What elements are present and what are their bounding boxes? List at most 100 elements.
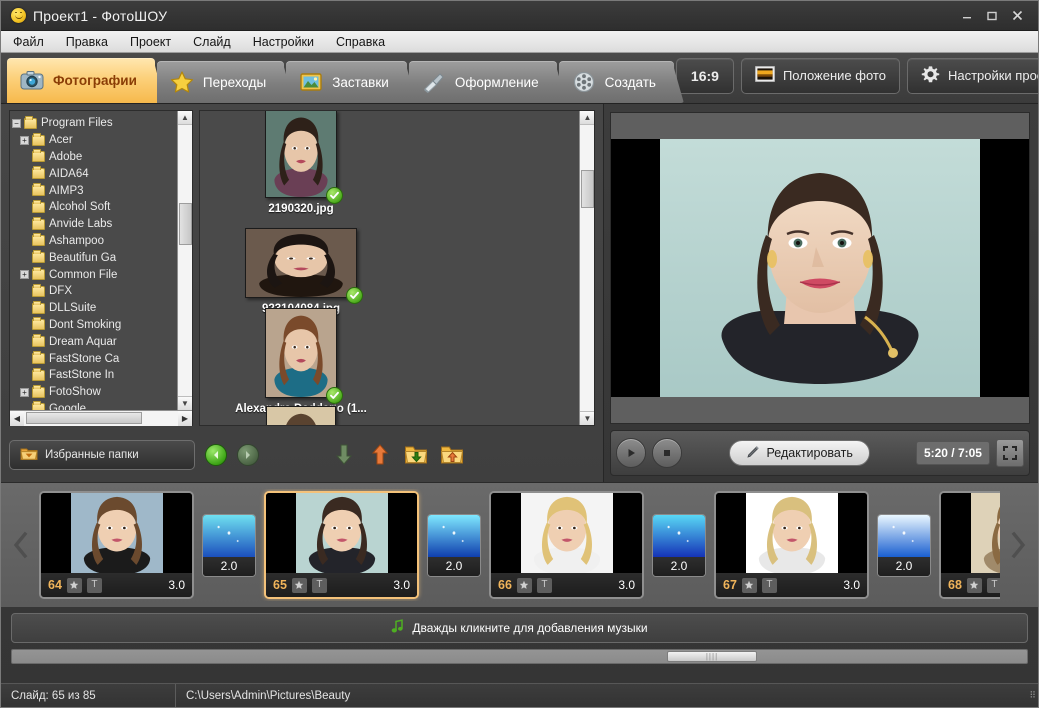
slide-duration[interactable]: 3.0 bbox=[168, 578, 185, 592]
folder-tree-vscrollbar[interactable]: ▲ ▼ bbox=[177, 111, 192, 410]
resize-grip-icon[interactable]: ⠿ bbox=[1029, 690, 1037, 701]
aspect-ratio-button[interactable]: 16:9 bbox=[676, 58, 734, 94]
minimize-icon[interactable] bbox=[961, 10, 973, 22]
arrow-up-icon[interactable] bbox=[367, 442, 393, 468]
scroll-up-icon[interactable]: ▲ bbox=[580, 111, 595, 125]
slide-duration[interactable]: 3.0 bbox=[843, 578, 860, 592]
stop-button[interactable] bbox=[652, 438, 682, 468]
tree-item[interactable]: +FastStone Ca bbox=[10, 350, 177, 367]
tree-item[interactable]: +DFX bbox=[10, 283, 177, 300]
star-icon[interactable] bbox=[742, 578, 757, 593]
close-icon[interactable] bbox=[1011, 9, 1024, 22]
slide-duration[interactable]: 3.0 bbox=[393, 578, 410, 592]
transition-duration[interactable]: 2.0 bbox=[428, 557, 480, 576]
menu-item-slide[interactable]: Слайд bbox=[193, 35, 231, 49]
timeline-transition[interactable]: 2.0 bbox=[873, 514, 935, 577]
text-icon[interactable]: T bbox=[762, 578, 777, 593]
collapse-icon[interactable]: − bbox=[12, 119, 21, 128]
menu-item-settings[interactable]: Настройки bbox=[253, 35, 314, 49]
scroll-left-icon[interactable]: ◀ bbox=[10, 411, 24, 426]
hscroll-track[interactable] bbox=[24, 411, 178, 426]
photo-position-button[interactable]: Положение фото bbox=[741, 58, 900, 94]
timeline-slide[interactable]: 67T3.0 bbox=[714, 491, 869, 599]
transition-preview[interactable]: 2.0 bbox=[202, 514, 256, 577]
tree-item[interactable]: +DLLSuite bbox=[10, 300, 177, 317]
file-thumbnail[interactable]: 923104084.jpg bbox=[206, 215, 396, 315]
folder-tree-list[interactable]: −Program Files+Acer+Adobe+AIDA64+AIMP3+A… bbox=[10, 111, 177, 410]
scroll-right-icon[interactable]: ▶ bbox=[178, 411, 192, 426]
timeline-strip[interactable]: 64T3.02.0 65T3.02.0 66T3.02.0 bbox=[39, 489, 1000, 601]
star-icon[interactable] bbox=[292, 578, 307, 593]
preview-stage[interactable] bbox=[611, 139, 1029, 397]
tab-photos[interactable]: Фотографии bbox=[7, 58, 155, 103]
tree-item[interactable]: +Dont Smoking bbox=[10, 317, 177, 334]
play-button[interactable] bbox=[616, 438, 646, 468]
transition-preview[interactable]: 2.0 bbox=[877, 514, 931, 577]
menu-item-help[interactable]: Справка bbox=[336, 35, 385, 49]
arrow-down-icon[interactable] bbox=[331, 442, 357, 468]
star-icon[interactable] bbox=[67, 578, 82, 593]
tree-item[interactable]: +Common File bbox=[10, 266, 177, 283]
tab-intros[interactable]: Заставки bbox=[286, 61, 407, 103]
text-icon[interactable]: T bbox=[87, 578, 102, 593]
favorite-folders-button[interactable]: Избранные папки bbox=[9, 440, 195, 470]
menu-item-file[interactable]: Файл bbox=[13, 35, 44, 49]
fullscreen-button[interactable] bbox=[996, 439, 1024, 467]
timeline-transition[interactable]: 2.0 bbox=[423, 514, 485, 577]
vscroll-thumb[interactable] bbox=[179, 203, 192, 245]
tree-item[interactable]: +Ashampoo bbox=[10, 233, 177, 250]
tree-item[interactable]: +Acer bbox=[10, 132, 177, 149]
timeline-slide[interactable]: 65T3.0 bbox=[264, 491, 419, 599]
menu-item-edit[interactable]: Правка bbox=[66, 35, 108, 49]
star-icon[interactable] bbox=[967, 578, 982, 593]
timeline-slide[interactable]: 68T3.0 bbox=[939, 491, 1000, 599]
vscroll-track[interactable] bbox=[580, 125, 595, 411]
tree-item[interactable]: +FastStone In bbox=[10, 367, 177, 384]
timeline-hscroll-thumb[interactable]: |||| bbox=[667, 651, 757, 662]
star-icon[interactable] bbox=[517, 578, 532, 593]
timeline-transition[interactable]: 2.0 bbox=[648, 514, 710, 577]
tab-design[interactable]: Оформление bbox=[409, 61, 557, 103]
timeline-slide[interactable]: 66T3.0 bbox=[489, 491, 644, 599]
timeline-slide[interactable]: 64T3.0 bbox=[39, 491, 194, 599]
tree-item[interactable]: +AIDA64 bbox=[10, 165, 177, 182]
project-settings-button[interactable]: Настройки проекта bbox=[907, 58, 1039, 94]
tree-item[interactable]: +AIMP3 bbox=[10, 182, 177, 199]
menu-item-project[interactable]: Проект bbox=[130, 35, 171, 49]
hscroll-thumb[interactable] bbox=[26, 412, 142, 424]
expand-icon[interactable]: + bbox=[20, 136, 29, 145]
transition-duration[interactable]: 2.0 bbox=[653, 557, 705, 576]
file-thumbnail[interactable]: 2190320.jpg bbox=[206, 115, 396, 215]
file-thumbnail-grid[interactable]: 2190320.jpg 923104084.jpg Alexandra Dadd… bbox=[200, 111, 579, 425]
thumbnails-vscrollbar[interactable]: ▲ ▼ bbox=[579, 111, 594, 425]
arrow-left-circle-icon[interactable] bbox=[205, 444, 227, 466]
maximize-icon[interactable] bbox=[986, 10, 998, 22]
vscroll-track[interactable] bbox=[178, 125, 193, 396]
tree-item[interactable]: −Program Files bbox=[10, 115, 177, 132]
folder-tree-hscrollbar[interactable]: ◀ ▶ bbox=[10, 410, 192, 425]
file-thumbnail[interactable]: Alexandra Daddario (1... bbox=[206, 315, 396, 415]
music-track-bar[interactable]: Дважды кликните для добавления музыки bbox=[11, 613, 1028, 643]
folder-down-icon[interactable] bbox=[403, 442, 429, 468]
transition-duration[interactable]: 2.0 bbox=[878, 557, 930, 576]
tree-item[interactable]: +Anvide Labs bbox=[10, 216, 177, 233]
tree-item[interactable]: +Google bbox=[10, 401, 177, 410]
expand-icon[interactable]: + bbox=[20, 270, 29, 279]
tab-create[interactable]: Создать bbox=[559, 61, 674, 103]
vscroll-thumb[interactable] bbox=[581, 170, 594, 208]
text-icon[interactable]: T bbox=[987, 578, 1000, 593]
edit-button[interactable]: Редактировать bbox=[729, 440, 870, 466]
arrow-right-circle-icon[interactable] bbox=[237, 444, 259, 466]
slide-duration[interactable]: 3.0 bbox=[618, 578, 635, 592]
timeline-next-button[interactable] bbox=[1000, 530, 1036, 560]
timeline-prev-button[interactable] bbox=[3, 530, 39, 560]
file-thumbnail[interactable]: Alexandra Daddario (2... bbox=[206, 415, 396, 425]
tree-item[interactable]: +Alcohol Soft bbox=[10, 199, 177, 216]
scroll-down-icon[interactable]: ▼ bbox=[178, 396, 193, 410]
tree-item[interactable]: +Adobe bbox=[10, 149, 177, 166]
transition-preview[interactable]: 2.0 bbox=[652, 514, 706, 577]
tree-item[interactable]: +Beautifun Ga bbox=[10, 249, 177, 266]
transition-preview[interactable]: 2.0 bbox=[427, 514, 481, 577]
expand-icon[interactable]: + bbox=[20, 388, 29, 397]
tree-item[interactable]: +Dream Aquar bbox=[10, 333, 177, 350]
